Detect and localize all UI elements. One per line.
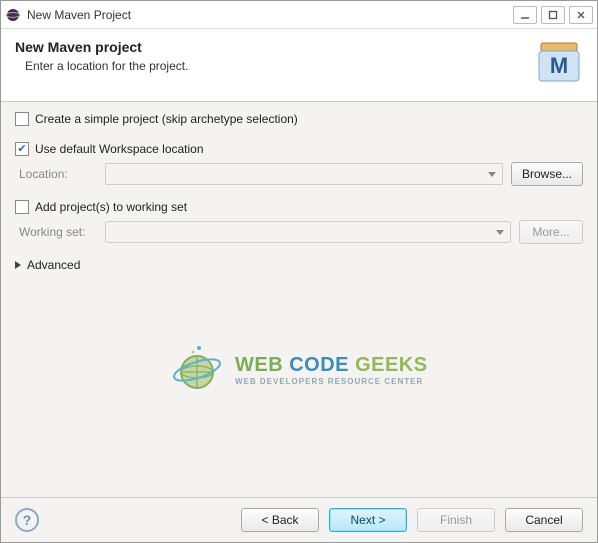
location-combo[interactable] <box>105 163 503 185</box>
window-controls <box>513 6 593 24</box>
working-set-checkbox-label: Add project(s) to working set <box>35 200 187 214</box>
working-set-checkbox[interactable] <box>15 200 29 214</box>
simple-project-checkbox[interactable] <box>15 112 29 126</box>
working-set-combo[interactable] <box>105 221 511 243</box>
next-button[interactable]: Next > <box>329 508 407 532</box>
location-row: Location: Browse... <box>19 162 583 186</box>
maven-icon: M <box>535 39 583 87</box>
close-button[interactable] <box>569 6 593 24</box>
finish-button[interactable]: Finish <box>417 508 495 532</box>
advanced-label: Advanced <box>27 258 80 272</box>
svg-text:M: M <box>550 53 568 78</box>
page-title: New Maven project <box>15 39 535 55</box>
dialog-footer: ? < Back Next > Finish Cancel <box>1 497 597 542</box>
watermark-subtitle: WEB DEVELOPERS RESOURCE CENTER <box>235 377 428 386</box>
chevron-right-icon <box>15 261 21 269</box>
watermark-globe-icon <box>169 342 225 398</box>
dialog-window: New Maven Project New Maven project Ente… <box>0 0 598 543</box>
window-title: New Maven Project <box>27 8 513 22</box>
browse-button[interactable]: Browse... <box>511 162 583 186</box>
default-workspace-label: Use default Workspace location <box>35 142 204 156</box>
watermark-title: WEB CODE GEEKS <box>235 354 428 377</box>
cancel-button[interactable]: Cancel <box>505 508 583 532</box>
simple-project-label: Create a simple project (skip archetype … <box>35 112 298 126</box>
simple-project-row: Create a simple project (skip archetype … <box>15 112 583 126</box>
page-subtitle: Enter a location for the project. <box>25 59 535 73</box>
advanced-expander[interactable]: Advanced <box>15 258 583 272</box>
minimize-button[interactable] <box>513 6 537 24</box>
help-icon[interactable]: ? <box>15 508 39 532</box>
watermark: WEB CODE GEEKS WEB DEVELOPERS RESOURCE C… <box>169 342 429 398</box>
working-set-field-row: Working set: More... <box>19 220 583 244</box>
more-button[interactable]: More... <box>519 220 583 244</box>
titlebar: New Maven Project <box>1 1 597 29</box>
maximize-button[interactable] <box>541 6 565 24</box>
dialog-body: Create a simple project (skip archetype … <box>1 102 597 497</box>
eclipse-icon <box>5 7 21 23</box>
default-workspace-row: Use default Workspace location <box>15 142 583 156</box>
default-workspace-checkbox[interactable] <box>15 142 29 156</box>
dialog-header: New Maven project Enter a location for t… <box>1 29 597 102</box>
working-set-row: Add project(s) to working set <box>15 200 583 214</box>
location-label: Location: <box>19 167 97 181</box>
working-set-label: Working set: <box>19 225 97 239</box>
back-button[interactable]: < Back <box>241 508 319 532</box>
